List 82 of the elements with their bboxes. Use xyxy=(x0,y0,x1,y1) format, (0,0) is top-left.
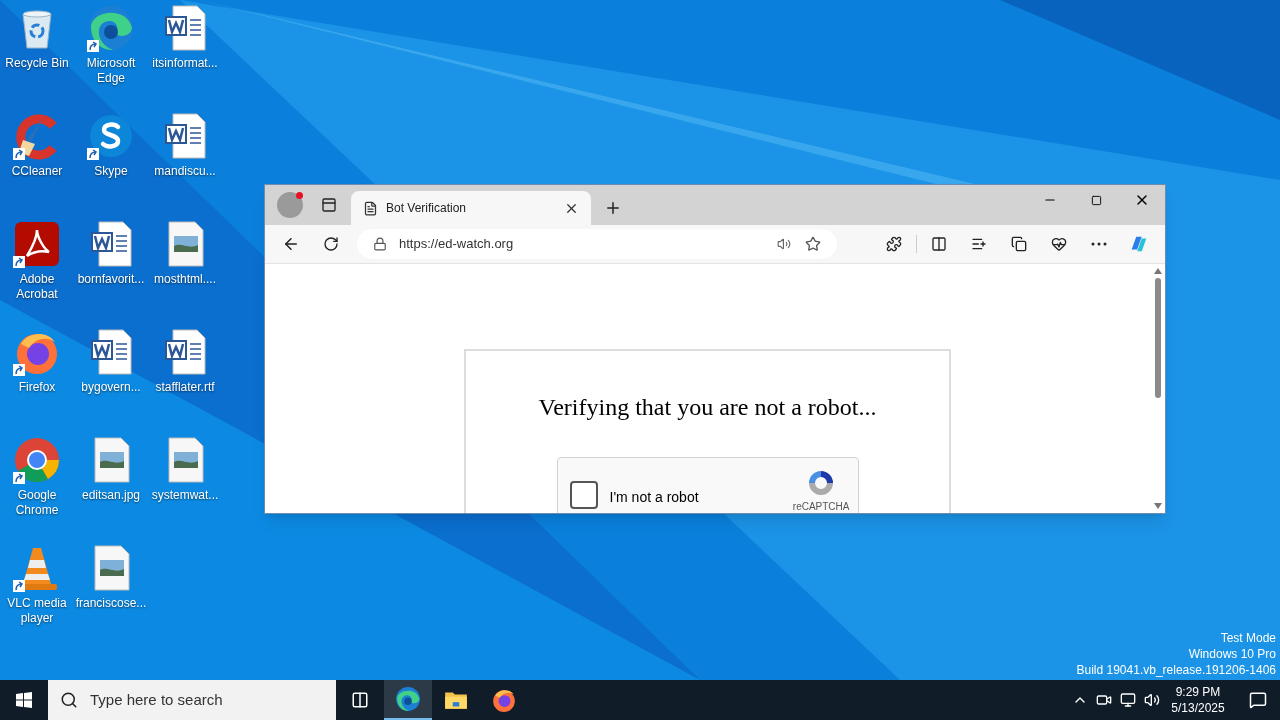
desktop-icon[interactable]: mandiscu... xyxy=(148,108,222,216)
search-icon xyxy=(60,691,78,709)
taskbar-app[interactable] xyxy=(384,680,432,720)
verification-heading: Verifying that you are not a robot... xyxy=(538,393,877,422)
desktop-icon[interactable]: itsinformat... xyxy=(148,0,222,108)
windows-logo-icon xyxy=(16,692,32,708)
clock-time: 9:29 PM xyxy=(1175,684,1221,700)
acrobat-icon xyxy=(13,220,61,268)
system-notice-text: Windows 10 Pro xyxy=(1188,646,1276,662)
plus-icon xyxy=(604,199,622,217)
scroll-up-arrow-icon[interactable] xyxy=(1154,268,1162,274)
desktop-icon[interactable]: Adobe Acrobat xyxy=(0,216,74,324)
desktop-icon[interactable]: systemwat... xyxy=(148,432,222,540)
desktop-icon[interactable]: VLC media player xyxy=(0,540,74,648)
desktop-icon[interactable]: Google Chrome xyxy=(0,432,74,540)
tab-title: Bot Verification xyxy=(386,200,468,217)
tab-actions-icon xyxy=(321,197,337,213)
system-notice-text: Build 19041.vb_release.191206-1406 xyxy=(1076,662,1276,678)
profile-avatar[interactable] xyxy=(277,192,303,218)
icon-label: Adobe Acrobat xyxy=(15,272,59,302)
icon-label: franciscose... xyxy=(74,596,148,611)
url-text: https://ed-watch.org xyxy=(399,235,515,254)
browser-tab[interactable]: Bot Verification xyxy=(351,191,591,225)
notification-icon xyxy=(1249,691,1267,709)
icon-label: Google Chrome xyxy=(14,488,60,518)
desktop-icon[interactable]: Skype xyxy=(74,108,148,216)
desktop-icon[interactable]: Microsoft Edge xyxy=(74,0,148,108)
puzzle-icon xyxy=(886,236,902,252)
desktop-icon[interactable]: stafflater.rtf xyxy=(148,324,222,432)
scroll-down-arrow-icon[interactable] xyxy=(1154,503,1162,509)
more-icon xyxy=(1091,242,1107,246)
skype-icon xyxy=(87,112,135,160)
icon-label: editsan.jpg xyxy=(80,488,141,503)
captcha-label: I'm not a robot xyxy=(609,488,700,507)
camera-icon xyxy=(1096,692,1112,708)
icon-label: stafflater.rtf xyxy=(154,380,216,395)
edge-icon xyxy=(87,4,135,52)
system-notice-text: Test Mode xyxy=(1220,630,1276,646)
clock-date: 5/13/2025 xyxy=(1171,700,1225,716)
icon-label: CCleaner xyxy=(10,164,64,179)
desktop-icon[interactable]: editsan.jpg xyxy=(74,432,148,540)
split-screen-icon xyxy=(931,236,947,252)
icon-label: Microsoft Edge xyxy=(85,56,137,86)
task-view-icon xyxy=(351,691,369,709)
desktop-icon[interactable]: mosthtml.... xyxy=(148,216,222,324)
icon-label: itsinformat... xyxy=(151,56,219,71)
favorites-list-icon xyxy=(971,236,987,252)
icon-label: mandiscu... xyxy=(153,164,217,179)
icon-label: mosthtml.... xyxy=(153,272,217,287)
recaptcha-brand: reCAPTCHA xyxy=(792,500,850,513)
desktop-icon[interactable]: Firefox xyxy=(0,324,74,432)
captcha-checkbox[interactable] xyxy=(569,481,598,509)
refresh-icon xyxy=(323,236,339,252)
page-icon xyxy=(363,200,378,216)
desktop-icon[interactable]: bornfavorit... xyxy=(74,216,148,324)
edge-icon xyxy=(395,686,421,712)
volume-icon xyxy=(1144,692,1160,708)
icon-label: bornfavorit... xyxy=(76,272,146,287)
icon-label: VLC media player xyxy=(6,596,68,626)
maximize-icon xyxy=(1090,194,1102,206)
lock-icon xyxy=(373,237,387,251)
icon-label: Firefox xyxy=(17,380,57,395)
icon-label: bygovern... xyxy=(80,380,142,395)
search-placeholder: Type here to search xyxy=(90,689,223,710)
address-bar[interactable]: https://ed-watch.org xyxy=(357,229,837,259)
favorite-star-icon xyxy=(805,236,821,252)
desktop-icon[interactable]: Recycle Bin xyxy=(0,0,74,108)
read-aloud-icon[interactable] xyxy=(777,236,793,252)
clock[interactable]: 9:29 PM 5/13/2025 xyxy=(1160,684,1236,716)
icon-label: Skype xyxy=(93,164,129,179)
firefox-icon xyxy=(491,687,517,713)
icon-label: systemwat... xyxy=(150,488,220,503)
desktop-icon[interactable]: franciscose... xyxy=(74,540,148,648)
collections-icon xyxy=(1011,236,1027,252)
icon-label: Recycle Bin xyxy=(4,56,70,71)
desktop-icon[interactable]: bygovern... xyxy=(74,324,148,432)
desktop-icon[interactable]: CCleaner xyxy=(0,108,74,216)
scrollbar-thumb[interactable] xyxy=(1155,278,1161,398)
chrome-icon xyxy=(13,436,61,484)
network-icon xyxy=(1120,692,1136,708)
heart-pulse-icon xyxy=(1051,236,1067,252)
taskbar-search-box[interactable]: Type here to search xyxy=(48,680,336,720)
